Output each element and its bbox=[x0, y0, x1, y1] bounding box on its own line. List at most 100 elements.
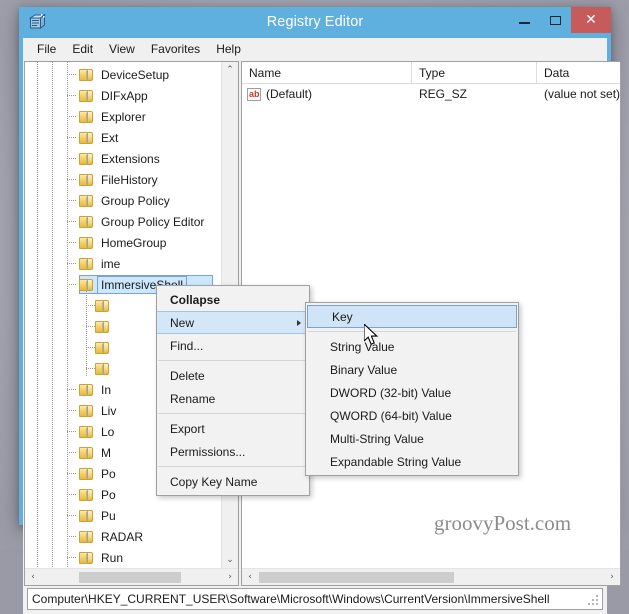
resize-grip-icon[interactable] bbox=[588, 595, 599, 606]
folder-icon bbox=[79, 551, 93, 564]
column-header-type[interactable]: Type bbox=[412, 62, 537, 83]
scroll-left-icon[interactable]: ‹ bbox=[25, 569, 41, 585]
tree-item-label: Po bbox=[101, 466, 116, 481]
maximize-icon bbox=[550, 15, 561, 25]
context-menu-item-delete[interactable]: Delete bbox=[157, 364, 309, 387]
tree-item-ime[interactable]: ime bbox=[25, 253, 221, 274]
menu-separator bbox=[158, 413, 308, 414]
context-menu-item-permissions[interactable]: Permissions... bbox=[157, 440, 309, 463]
tree-item-label bbox=[114, 305, 120, 307]
tree-item-devicesetup[interactable]: DeviceSetup bbox=[25, 64, 221, 85]
value-data-cell: (value not set) bbox=[544, 87, 621, 101]
branch-line bbox=[86, 326, 95, 327]
tree-item-group-policy[interactable]: Group Policy bbox=[25, 190, 221, 211]
menu-edit[interactable]: Edit bbox=[64, 40, 101, 58]
submenu-arrow-icon bbox=[297, 319, 301, 326]
tree-item-label: DeviceSetup bbox=[101, 67, 170, 82]
tree-item-homegroup[interactable]: HomeGroup bbox=[25, 232, 221, 253]
list-horizontal-scrollbar[interactable]: ‹ › bbox=[242, 568, 621, 585]
context-menu-item-export[interactable]: Export bbox=[157, 417, 309, 440]
branch-line bbox=[67, 515, 77, 516]
tree-item-label: In bbox=[101, 382, 112, 397]
tree-item-radar[interactable]: RADAR bbox=[25, 526, 221, 547]
menu-file[interactable]: File bbox=[29, 40, 64, 58]
minimize-icon bbox=[519, 22, 530, 24]
minimize-button[interactable] bbox=[509, 7, 540, 33]
context-menu-item-new-label: New bbox=[170, 315, 195, 330]
tree-horizontal-scrollbar[interactable]: ‹ › bbox=[25, 568, 238, 585]
branch-line bbox=[67, 263, 77, 264]
submenu-item-key[interactable]: Key bbox=[307, 305, 517, 328]
tree-item-filehistory[interactable]: FileHistory bbox=[25, 169, 221, 190]
tree-item-label: Lo bbox=[101, 424, 115, 439]
scroll-right-icon[interactable]: › bbox=[604, 569, 620, 585]
tree-item-pu[interactable]: Pu bbox=[25, 505, 221, 526]
close-button[interactable]: ✕ bbox=[571, 7, 611, 33]
context-menu-item-rename[interactable]: Rename bbox=[157, 387, 309, 410]
tree-item-difxapp[interactable]: DIFxApp bbox=[25, 85, 221, 106]
list-column-headers: Name Type Data bbox=[242, 62, 621, 84]
new-submenu: Key String Value Binary Value DWORD (32-… bbox=[305, 302, 519, 476]
scroll-up-icon[interactable]: ⌃ bbox=[222, 62, 238, 78]
maximize-button[interactable] bbox=[540, 7, 571, 33]
menu-help[interactable]: Help bbox=[208, 40, 249, 58]
tree-item-label: Run bbox=[101, 550, 124, 565]
branch-line bbox=[67, 137, 77, 138]
column-header-data[interactable]: Data bbox=[537, 62, 621, 83]
list-hscroll-thumb[interactable] bbox=[259, 571, 454, 583]
window-titlebar[interactable]: Registry Editor ✕ bbox=[19, 7, 611, 38]
menu-separator bbox=[308, 331, 516, 332]
context-menu-item-collapse[interactable]: Collapse bbox=[157, 288, 309, 311]
submenu-item-string-value[interactable]: String Value bbox=[306, 335, 518, 358]
folder-icon bbox=[95, 341, 109, 354]
branch-line bbox=[67, 158, 77, 159]
branch-line bbox=[67, 221, 77, 222]
branch-line bbox=[67, 452, 77, 453]
scroll-left-icon[interactable]: ‹ bbox=[242, 569, 258, 585]
menu-separator bbox=[158, 466, 308, 467]
branch-line bbox=[67, 431, 77, 432]
tree-item-ext[interactable]: Ext bbox=[25, 127, 221, 148]
registry-editor-window: Registry Editor ✕ File Edit View Favorit… bbox=[19, 7, 622, 614]
folder-icon bbox=[79, 257, 93, 270]
window-client-area: File Edit View Favorites Help DeviceSetu… bbox=[23, 38, 622, 614]
tree-item-extensions[interactable]: Extensions bbox=[25, 148, 221, 169]
scroll-down-icon[interactable]: ⌄ bbox=[222, 552, 238, 568]
window-controls: ✕ bbox=[509, 7, 611, 33]
tree-item-label: HomeGroup bbox=[101, 235, 167, 250]
submenu-item-qword-value[interactable]: QWORD (64-bit) Value bbox=[306, 404, 518, 427]
menu-favorites[interactable]: Favorites bbox=[143, 40, 208, 58]
tree-item-explorer[interactable]: Explorer bbox=[25, 106, 221, 127]
folder-icon bbox=[79, 131, 93, 144]
branch-line bbox=[67, 200, 77, 201]
context-menu-item-find[interactable]: Find... bbox=[157, 334, 309, 357]
tree-item-label bbox=[114, 326, 120, 328]
column-header-name[interactable]: Name bbox=[242, 62, 412, 83]
tree-item-label bbox=[114, 347, 120, 349]
branch-line bbox=[67, 179, 77, 180]
submenu-item-dword-value[interactable]: DWORD (32-bit) Value bbox=[306, 381, 518, 404]
folder-icon bbox=[79, 404, 93, 417]
submenu-item-expandable-string-value[interactable]: Expandable String Value bbox=[306, 450, 518, 473]
folder-icon bbox=[95, 320, 109, 333]
branch-line bbox=[67, 536, 77, 537]
tree-item-label: Group Policy Editor bbox=[101, 214, 205, 229]
scroll-right-icon[interactable]: › bbox=[222, 569, 238, 585]
submenu-item-binary-value[interactable]: Binary Value bbox=[306, 358, 518, 381]
context-menu-item-copy-key-name[interactable]: Copy Key Name bbox=[157, 470, 309, 493]
table-row[interactable]: (Default) REG_SZ (value not set) bbox=[242, 84, 620, 104]
folder-icon bbox=[79, 488, 93, 501]
submenu-item-multi-string-value[interactable]: Multi-String Value bbox=[306, 427, 518, 450]
folder-icon bbox=[79, 194, 93, 207]
string-value-icon bbox=[247, 87, 261, 101]
folder-icon bbox=[79, 446, 93, 459]
tree-hscroll-thumb[interactable] bbox=[79, 571, 181, 583]
tree-item-label: Explorer bbox=[101, 109, 146, 124]
folder-icon bbox=[79, 278, 93, 291]
branch-line bbox=[67, 410, 77, 411]
menu-view[interactable]: View bbox=[101, 40, 143, 58]
tree-item-group-policy-editor[interactable]: Group Policy Editor bbox=[25, 211, 221, 232]
context-menu-item-new[interactable]: New bbox=[157, 311, 309, 334]
branch-line bbox=[67, 74, 77, 75]
tree-item-run[interactable]: Run bbox=[25, 547, 221, 568]
